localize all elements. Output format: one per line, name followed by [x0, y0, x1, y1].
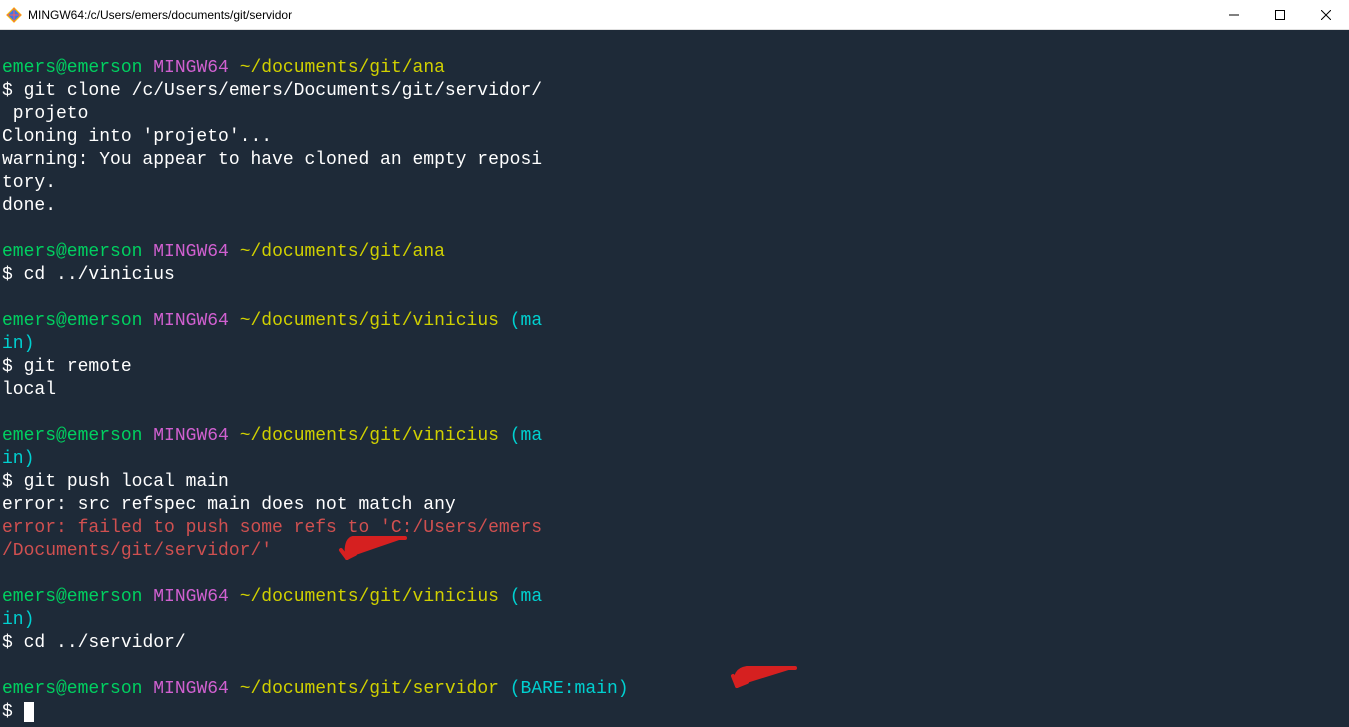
command-line: $ git clone /c/Users/emers/Documents/git…: [2, 80, 1347, 126]
titlebar-left: MINGW64:/c/Users/emers/documents/git/ser…: [0, 7, 292, 23]
maximize-button[interactable]: [1257, 0, 1303, 29]
command-line: $ git remote: [2, 356, 1347, 379]
prompt-line: emers@emerson MINGW64 ~/documents/git/se…: [2, 678, 1347, 701]
window-controls: [1211, 0, 1349, 29]
output-line: error: src refspec main does not match a…: [2, 494, 1347, 517]
output-line: Cloning into 'projeto'... warning: You a…: [2, 126, 1347, 218]
terminal-area[interactable]: emers@emerson MINGW64 ~/documents/git/an…: [0, 30, 1349, 727]
output-line: local: [2, 379, 1347, 402]
close-button[interactable]: [1303, 0, 1349, 29]
prompt-line: emers@emerson MINGW64 ~/documents/git/vi…: [2, 586, 1347, 632]
error-line: error: failed to push some refs to 'C:/U…: [2, 517, 1347, 563]
blank-line: [2, 34, 1347, 57]
blank-line: [2, 402, 1347, 425]
prompt-line: emers@emerson MINGW64 ~/documents/git/vi…: [2, 310, 1347, 356]
command-line: $ git push local main: [2, 471, 1347, 494]
minimize-button[interactable]: [1211, 0, 1257, 29]
blank-line: [2, 287, 1347, 310]
blank-line: [2, 655, 1347, 678]
prompt-line: emers@emerson MINGW64 ~/documents/git/vi…: [2, 425, 1347, 471]
command-line: $ cd ../servidor/: [2, 632, 1347, 655]
window-title: MINGW64:/c/Users/emers/documents/git/ser…: [28, 8, 292, 22]
prompt-line: emers@emerson MINGW64 ~/documents/git/an…: [2, 57, 1347, 80]
command-line: $: [2, 701, 1347, 724]
command-line: $ cd ../vinicius: [2, 264, 1347, 287]
blank-line: [2, 218, 1347, 241]
app-icon: [6, 7, 22, 23]
window-titlebar: MINGW64:/c/Users/emers/documents/git/ser…: [0, 0, 1349, 30]
cursor: [24, 702, 34, 722]
prompt-line: emers@emerson MINGW64 ~/documents/git/an…: [2, 241, 1347, 264]
blank-line: [2, 563, 1347, 586]
